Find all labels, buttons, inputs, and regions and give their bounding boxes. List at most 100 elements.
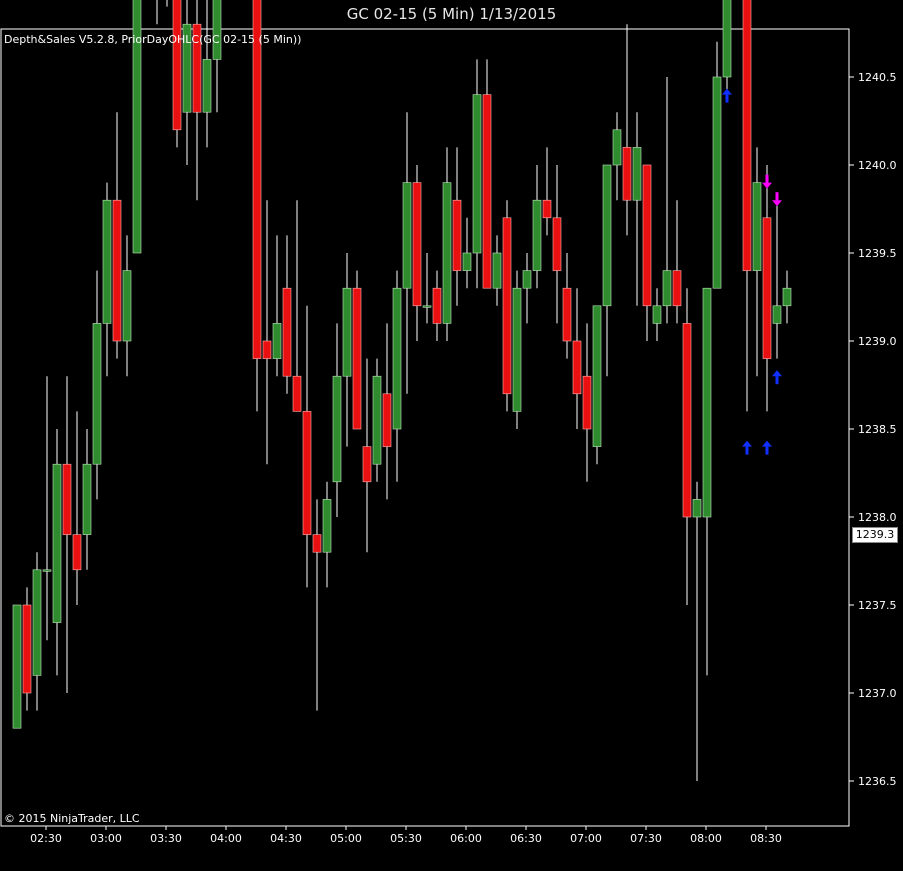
candle-down: [312, 534, 322, 553]
sell-signal-stem: [775, 192, 779, 201]
candle-up: [32, 569, 42, 676]
buy-signal-stem: [765, 446, 769, 455]
candle-up: [692, 499, 702, 518]
candle-down: [362, 446, 372, 483]
x-tick-label: 02:30: [30, 832, 62, 845]
candle-up: [272, 323, 282, 359]
candle-up: [212, 0, 222, 60]
candle-up: [782, 287, 792, 307]
candle-down: [572, 340, 582, 395]
candle-down: [112, 199, 122, 342]
candle-down: [282, 287, 292, 377]
candle-down: [762, 217, 772, 359]
y-tick-label: 1236.5: [858, 775, 897, 788]
y-tick-label: 1238.0: [858, 511, 897, 524]
candle-up: [102, 199, 112, 324]
candle-up: [492, 252, 502, 289]
candle-up: [322, 499, 332, 553]
y-tick-label: 1240.0: [858, 159, 897, 172]
y-tick-label: 1240.5: [858, 71, 897, 84]
candle-up: [372, 375, 382, 465]
y-tick-label: 1238.5: [858, 423, 897, 436]
candle-up: [12, 604, 22, 729]
candle-down: [742, 0, 752, 271]
candle-up: [632, 147, 642, 201]
candle-up: [52, 463, 62, 623]
candle-up: [442, 182, 452, 324]
candle-down: [432, 287, 442, 324]
candle-up: [752, 182, 762, 271]
buy-signal-stem: [745, 446, 749, 455]
candle-up: [532, 199, 542, 271]
candle-down: [172, 0, 182, 131]
x-tick-label: 05:30: [390, 832, 422, 845]
indicator-label: Depth&Sales V5.2.8, PriorDayOHLC(GC 02-1…: [4, 33, 302, 46]
price-chart[interactable]: 1236.5 1237.0 1237.5 1238.0 1238.5 1239.0 1239…: [0, 0, 903, 871]
candle-down: [502, 217, 512, 395]
candle-down: [292, 375, 302, 412]
buy-signal-arrow: [722, 88, 732, 95]
candle-down: [252, 0, 262, 359]
candle-down: [382, 393, 392, 447]
candle-up: [92, 323, 102, 465]
buy-signal-arrow: [772, 370, 782, 377]
x-tick-label: 04:00: [210, 832, 242, 845]
candle-up: [472, 94, 482, 254]
candle-up: [522, 270, 532, 289]
candle-down: [542, 199, 552, 219]
candle-up: [422, 305, 432, 308]
sell-signal-arrow: [772, 200, 782, 207]
x-tick-label: 06:30: [510, 832, 542, 845]
plot-frame: [0, 28, 850, 827]
candle-down: [642, 164, 652, 307]
sell-signal-stem: [765, 174, 769, 183]
x-tick-label: 05:00: [330, 832, 362, 845]
candle-up: [592, 305, 602, 447]
candle-up: [662, 270, 672, 307]
last-price-marker: 1239.3: [852, 527, 898, 543]
buy-signal-stem: [725, 94, 729, 103]
candle-down: [62, 463, 72, 535]
candle-down: [482, 94, 492, 289]
candle-down: [262, 340, 272, 359]
candle-up: [602, 164, 612, 307]
candle-down: [452, 199, 462, 271]
buy-signal-arrow: [762, 440, 772, 447]
x-tick-label: 06:00: [450, 832, 482, 845]
x-tick-label: 03:30: [150, 832, 182, 845]
candle-down: [72, 534, 82, 571]
candle-up: [392, 287, 402, 430]
candle-up: [702, 287, 712, 518]
candle-down: [352, 287, 362, 430]
y-tick-label: 1237.5: [858, 599, 897, 612]
candle-up: [712, 76, 722, 289]
candle-down: [22, 604, 32, 694]
candle-down: [412, 182, 422, 307]
x-tick-label: 04:30: [270, 832, 302, 845]
candle-down: [672, 270, 682, 307]
y-tick-label: 1237.0: [858, 687, 897, 700]
x-tick-label: 03:00: [90, 832, 122, 845]
candle-down: [302, 411, 312, 535]
copyright-text: © 2015 NinjaTrader, LLC: [4, 812, 140, 825]
candle-up: [652, 305, 662, 324]
candle-up: [402, 182, 412, 289]
candle-up: [722, 0, 732, 78]
candle-up: [512, 287, 522, 412]
candle-up: [462, 252, 472, 271]
candle-down: [622, 147, 632, 201]
buy-signal-arrow: [742, 440, 752, 447]
x-tick-label: 08:30: [750, 832, 782, 845]
candle-up: [332, 375, 342, 483]
candle-down: [552, 217, 562, 271]
x-tick-label: 07:30: [630, 832, 662, 845]
candle-down: [562, 287, 572, 342]
candle-up: [82, 463, 92, 535]
y-tick-label: 1239.0: [858, 335, 897, 348]
candle-up: [772, 305, 782, 324]
y-tick-label: 1239.5: [858, 247, 897, 260]
candle-up: [122, 270, 132, 342]
candle-up: [612, 129, 622, 166]
buy-signal-stem: [775, 376, 779, 385]
candle-up: [42, 569, 52, 572]
